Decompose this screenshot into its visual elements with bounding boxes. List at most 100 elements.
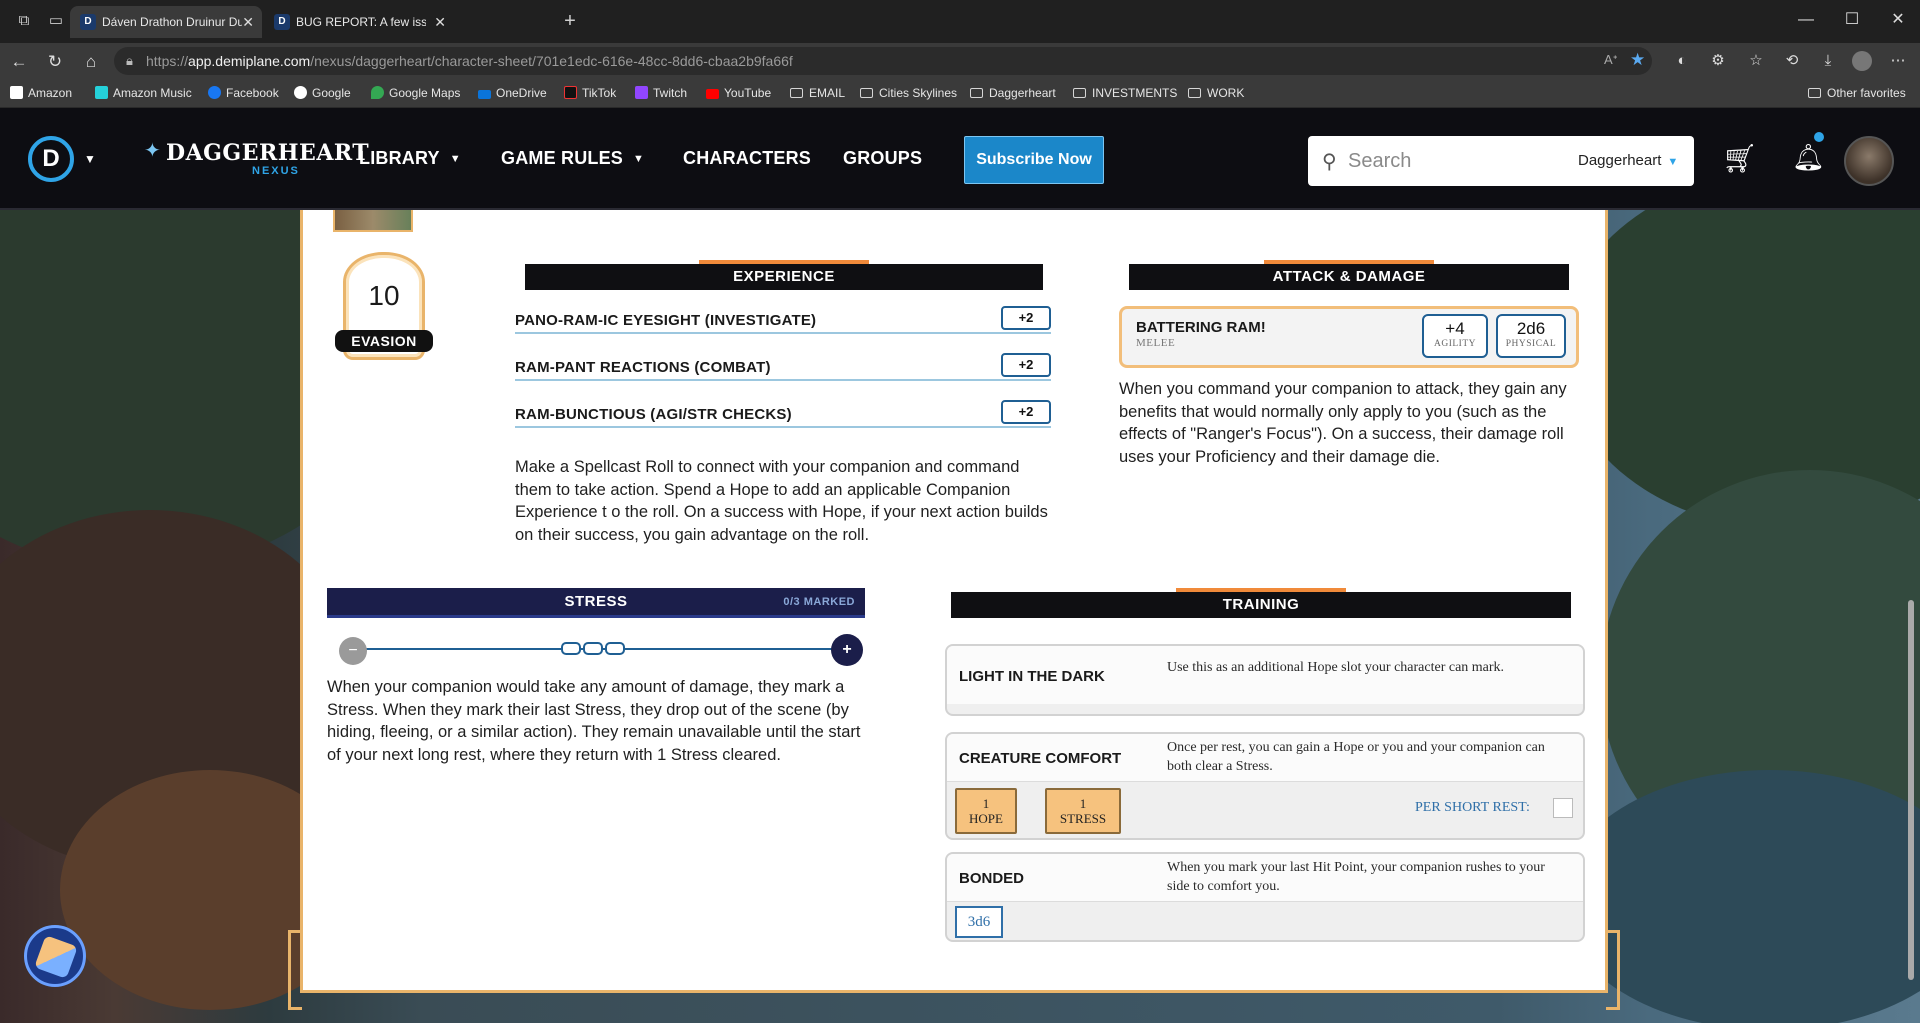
tab-title: BUG REPORT: A few issues that I'v: [296, 15, 426, 29]
attack-trait: AGILITY: [1433, 339, 1476, 349]
experience-row[interactable]: PANO-RAM-IC EYESIGHT (INVESTIGATE) +2: [515, 306, 1051, 334]
more-icon[interactable]: ⋯: [1888, 51, 1908, 71]
bookmark-amazon[interactable]: Amazon: [10, 86, 72, 100]
bookmark-tiktok[interactable]: TikTok: [564, 86, 616, 100]
chevron-down-icon[interactable]: ▼: [84, 152, 96, 166]
stress-increment-button[interactable]: +: [831, 634, 863, 666]
history-icon[interactable]: ⟲: [1782, 51, 1802, 71]
nav-characters[interactable]: CHARACTERS: [683, 148, 811, 169]
profile-icon[interactable]: [1852, 51, 1872, 71]
folder-icon: [1073, 88, 1086, 98]
refresh-icon[interactable]: ↻: [44, 51, 66, 73]
favorites-icon[interactable]: ☆: [1746, 51, 1766, 71]
nexus-logo-text: NEXUS: [252, 165, 300, 177]
cost-stress-chip[interactable]: 1 STRESS: [1045, 788, 1121, 834]
training-description: Use this as an additional Hope slot your…: [1167, 660, 1505, 675]
daggerheart-nexus-logo[interactable]: DAGGERHEART: [166, 140, 369, 166]
close-tab-icon[interactable]: ✕: [434, 6, 446, 38]
home-icon[interactable]: ⌂: [80, 51, 102, 73]
user-avatar[interactable]: [1844, 136, 1894, 186]
stress-slot[interactable]: [561, 642, 581, 655]
notification-dot: [1814, 132, 1824, 142]
bookmark-folder-email[interactable]: EMAIL: [790, 86, 845, 100]
character-sheet-panel: 10 EVASION EXPERIENCE PANO-RAM-IC EYESIG…: [300, 210, 1608, 993]
evasion-label: EVASION: [335, 330, 433, 352]
attack-modifier-box[interactable]: +4 AGILITY: [1422, 314, 1488, 358]
browser-tab-bar: ⧉ ▭ D Dáven Drathon Druinur Duskridg ✕ D…: [0, 0, 1920, 43]
onedrive-icon: [478, 90, 491, 99]
read-aloud-icon[interactable]: Aᐩ: [1604, 52, 1618, 68]
character-portrait[interactable]: [333, 210, 413, 232]
youtube-icon: [706, 89, 719, 99]
bookmark-folder-cities-skylines[interactable]: Cities Skylines: [860, 86, 957, 100]
bookmark-onedrive[interactable]: OneDrive: [478, 86, 547, 100]
bonded-die-button[interactable]: 3d6: [955, 906, 1003, 938]
bookmark-youtube[interactable]: YouTube: [706, 86, 771, 100]
lock-icon: 🔒︎: [126, 53, 133, 68]
stress-slot[interactable]: [605, 642, 625, 655]
chevron-down-icon: ▼: [449, 153, 461, 165]
training-description: When you mark your last Hit Point, your …: [1167, 860, 1545, 894]
training-card-creature-comfort[interactable]: CREATURE COMFORT Once per rest, you can …: [945, 732, 1585, 840]
attack-name: BATTERING RAM!: [1136, 319, 1266, 336]
stress-decrement-button[interactable]: −: [339, 637, 367, 665]
experience-name: RAM-BUNCTIOUS (AGI/STR CHECKS): [515, 406, 792, 423]
close-tab-icon[interactable]: ✕: [242, 6, 254, 38]
bookmark-folder-investments[interactable]: INVESTMENTS: [1073, 86, 1177, 100]
dark-reader-icon[interactable]: ◐: [1672, 51, 1692, 71]
cart-icon[interactable]: 🛒︎: [1722, 142, 1758, 175]
nav-library[interactable]: LIBRARY ▼: [359, 148, 461, 169]
bookmark-amazon-music[interactable]: Amazon Music: [95, 86, 192, 100]
damage-type: PHYSICAL: [1505, 339, 1557, 349]
bookmark-twitch[interactable]: Twitch: [635, 86, 687, 100]
tiktok-icon: [564, 86, 577, 99]
evasion-shield: 10 EVASION: [333, 252, 435, 364]
search-scope-select[interactable]: Daggerheart ▼: [1578, 152, 1678, 169]
nav-game-rules[interactable]: GAME RULES ▼: [501, 148, 644, 169]
attack-card[interactable]: BATTERING RAM! MELEE +4 AGILITY 2d6 PHYS…: [1119, 306, 1579, 368]
stress-slot[interactable]: [583, 642, 603, 655]
training-header: TRAINING: [951, 588, 1571, 618]
favorite-star-icon[interactable]: ★: [1630, 50, 1645, 70]
new-tab-icon[interactable]: +: [560, 11, 580, 31]
stress-count: 0/3 MARKED: [783, 596, 855, 608]
damage-roll-box[interactable]: 2d6 PHYSICAL: [1496, 314, 1566, 358]
training-card-bonded[interactable]: BONDED When you mark your last Hit Point…: [945, 852, 1585, 942]
bookmark-other-favorites[interactable]: Other favorites: [1808, 86, 1906, 100]
tab-actions-icon[interactable]: ▭: [46, 11, 66, 31]
bookmark-google[interactable]: Google: [294, 86, 351, 100]
experience-name: RAM-PANT REACTIONS (COMBAT): [515, 359, 771, 376]
subscribe-button[interactable]: Subscribe Now: [964, 136, 1104, 184]
downloads-icon[interactable]: ⤓: [1818, 51, 1838, 71]
minimize-icon[interactable]: —: [1794, 8, 1818, 32]
maximize-icon[interactable]: ☐: [1840, 8, 1864, 32]
search-icon: ⚲: [1322, 151, 1337, 173]
demiplane-logo[interactable]: D: [28, 136, 74, 182]
notifications-bell-icon[interactable]: 🔔︎: [1792, 142, 1825, 173]
workspaces-icon[interactable]: ⧉: [14, 11, 34, 31]
cost-hope-chip[interactable]: 1 HOPE: [955, 788, 1017, 834]
experience-row[interactable]: RAM-BUNCTIOUS (AGI/STR CHECKS) +2: [515, 400, 1051, 428]
browser-tab-bug-report[interactable]: D BUG REPORT: A few issues that I'v ✕: [264, 6, 454, 38]
folder-icon: [1808, 88, 1821, 98]
amazon-icon: [10, 86, 23, 99]
extensions-icon[interactable]: ⚙︎: [1708, 51, 1728, 71]
address-bar[interactable]: 🔒︎ https://app.demiplane.com/nexus/dagge…: [114, 47, 1652, 75]
bookmark-folder-daggerheart[interactable]: Daggerheart: [970, 86, 1056, 100]
browser-tab-character-sheet[interactable]: D Dáven Drathon Druinur Duskridg ✕: [70, 6, 262, 38]
bookmark-google-maps[interactable]: Google Maps: [371, 86, 460, 100]
bookmark-folder-work[interactable]: WORK: [1188, 86, 1244, 100]
url-text: https://app.demiplane.com/nexus/daggerhe…: [146, 53, 793, 69]
experience-row[interactable]: RAM-PANT REACTIONS (COMBAT) +2: [515, 353, 1051, 381]
search-input[interactable]: [1348, 146, 1538, 176]
bookmark-facebook[interactable]: Facebook: [208, 86, 279, 100]
training-card-light-in-the-dark[interactable]: LIGHT IN THE DARK Use this as an additio…: [945, 644, 1585, 716]
per-short-rest-label: PER SHORT REST:: [1415, 800, 1530, 815]
nav-groups[interactable]: GROUPS: [843, 148, 922, 169]
google-icon: [294, 86, 307, 99]
per-short-rest-checkbox[interactable]: [1553, 798, 1573, 818]
back-icon[interactable]: ←: [8, 51, 30, 73]
page-scrollbar[interactable]: [1908, 600, 1914, 980]
close-window-icon[interactable]: ✕: [1886, 8, 1910, 32]
dice-roller-button[interactable]: [24, 925, 86, 987]
